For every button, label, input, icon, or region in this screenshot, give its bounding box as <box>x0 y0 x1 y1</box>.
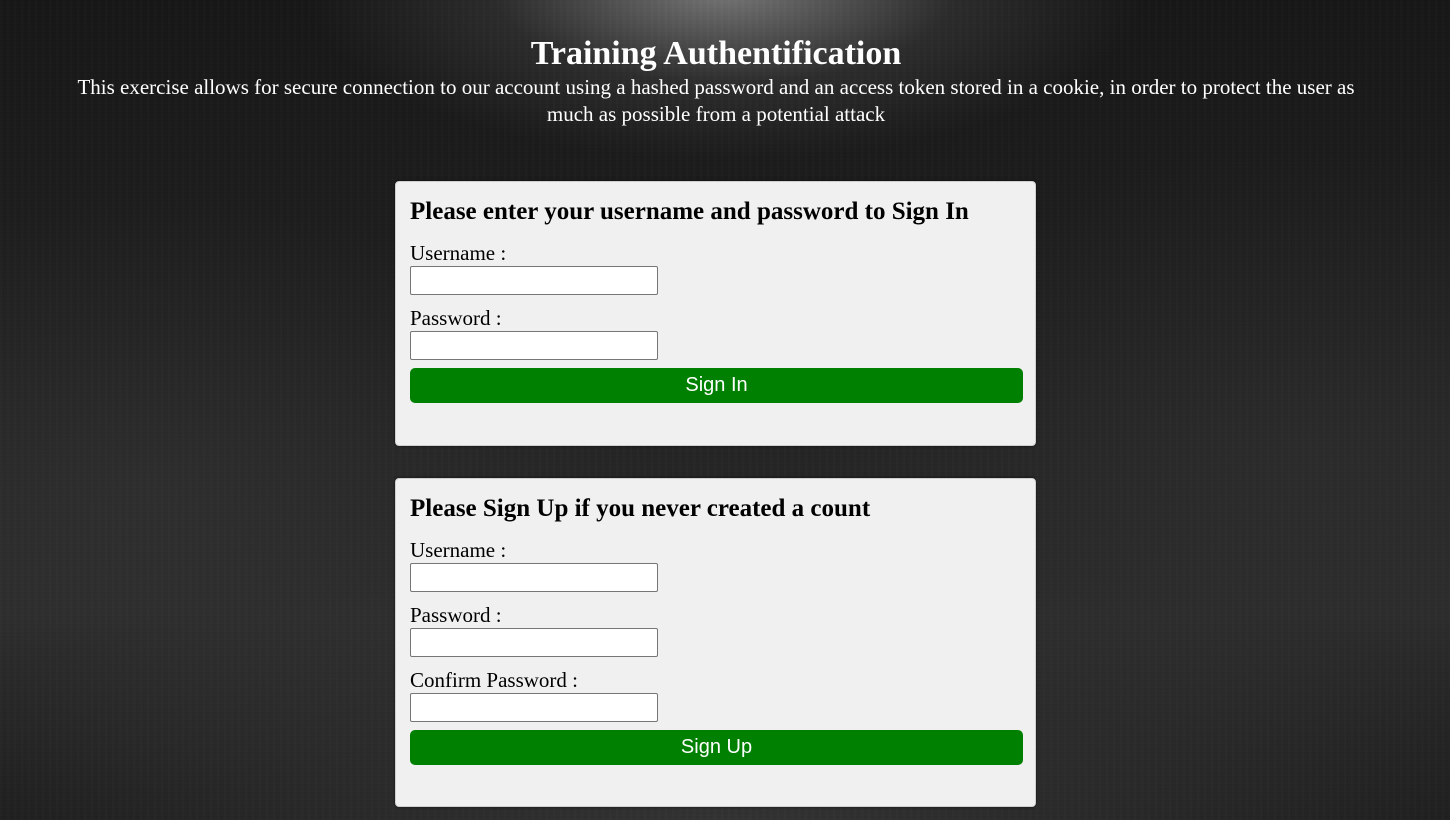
signin-username-label: Username : <box>410 241 507 265</box>
signin-password-input[interactable] <box>410 331 658 360</box>
signup-password-label: Password : <box>410 603 502 627</box>
signup-username-label: Username : <box>410 538 507 562</box>
signup-username-input[interactable] <box>410 563 658 592</box>
page-header: Training Authentification This exercise … <box>60 34 1372 128</box>
signin-username-input[interactable] <box>410 266 658 295</box>
signup-heading: Please Sign Up if you never created a co… <box>410 495 871 522</box>
signup-password-input[interactable] <box>410 628 658 657</box>
signup-confirm-password-label: Confirm Password : <box>410 668 578 692</box>
signin-heading: Please enter your username and password … <box>410 198 969 225</box>
signup-confirm-password-input[interactable] <box>410 693 658 722</box>
signin-password-label: Password : <box>410 306 502 330</box>
page-description: This exercise allows for secure connecti… <box>77 75 1355 126</box>
signup-card: Please Sign Up if you never created a co… <box>395 478 1036 807</box>
page-title: Training Authentification <box>530 35 902 72</box>
signin-card: Please enter your username and password … <box>395 181 1036 446</box>
signup-button[interactable]: Sign Up <box>410 730 1023 765</box>
signin-button[interactable]: Sign In <box>410 368 1023 403</box>
